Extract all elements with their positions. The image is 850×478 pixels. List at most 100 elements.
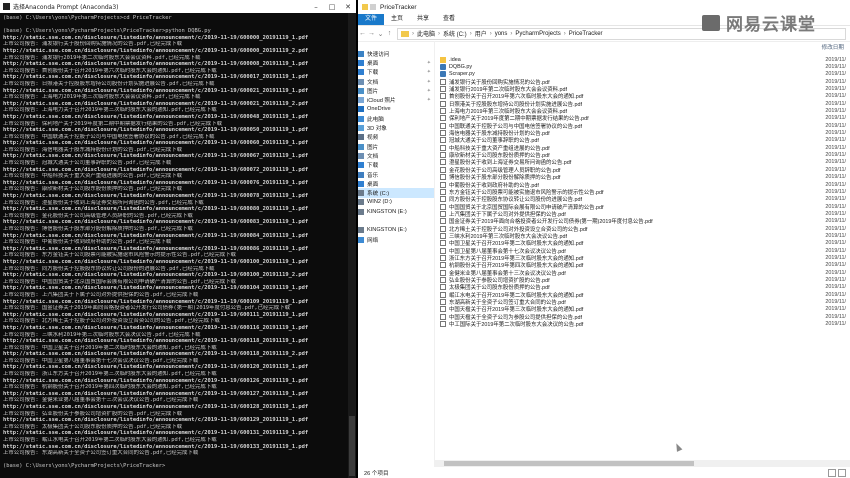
nav-item-label: KINGSTON (E:) <box>367 227 407 234</box>
pdf-file-icon <box>440 196 446 203</box>
console-line: 上市公司报告: 日照港关于控股股东增持公司股份计划实施进展公告.pdf,已经完成… <box>3 80 215 87</box>
nav-item[interactable]: 下载 ✦ <box>358 68 434 77</box>
nav-item-label: iCloud 照片 <box>367 98 396 105</box>
tab-share[interactable]: 共享 <box>410 14 436 25</box>
nav-item[interactable]: 文档 <box>358 151 434 160</box>
nav-item[interactable]: 图片 <box>358 142 434 151</box>
console-url-line: http://static.sse.com.cn/disclosure/list… <box>3 417 309 424</box>
item-count: 26 个项目 <box>364 470 389 477</box>
details-view-icon[interactable] <box>828 468 836 477</box>
save-icon[interactable] <box>370 4 376 10</box>
console-line: 上市公司报告: 同方股份关于控股股东协议转让公司股份的进展公告.pdf,已经完成… <box>3 265 215 272</box>
nav-item-label: 图片 <box>367 88 379 95</box>
breadcrumb-yons[interactable]: yons <box>495 31 508 37</box>
nav-item[interactable]: KINGSTON (E:) <box>358 207 434 216</box>
file-row[interactable]: DQBG.py 2019/11/ <box>435 63 850 71</box>
nav-item[interactable]: 3D 对象 <box>358 123 434 132</box>
pdf-file-icon <box>440 306 446 313</box>
console-line: 上市公司报告: 弘业股份关于参股公司增资扩股的公告.pdf,已经完成下载 <box>3 410 183 417</box>
file-modified-date: 2019/11/ <box>825 159 846 166</box>
tab-home[interactable]: 主页 <box>384 14 410 25</box>
nav-item[interactable]: 快速访问 <box>358 49 434 58</box>
nav-item[interactable]: 此电脑 <box>358 114 434 123</box>
nav-item[interactable]: WIN2 (D:) <box>358 198 434 207</box>
nav-item[interactable]: 系统 (C:) <box>358 188 434 198</box>
nav-item-label: WIN2 (D:) <box>367 199 392 206</box>
console-url-line: http://static.sse.com.cn/disclosure/list… <box>3 232 309 239</box>
console-line: 上市公司报告: 浙江东方关于召开2019年第三次临时股东大会的通知.pdf,已经… <box>3 371 217 378</box>
nav-item-label: KINGSTON (E:) <box>367 208 407 215</box>
file-row[interactable]: 中工国际关于2019年第二次临时股东大会决议的公告.pdf 2019/11/ <box>435 320 850 328</box>
pin-icon: ✦ <box>426 97 431 104</box>
forward-arrow-icon[interactable]: → <box>367 30 376 37</box>
nav-item[interactable]: 文档 ✦ <box>358 77 434 86</box>
console-url-line: http://static.sse.com.cn/disclosure/list… <box>3 390 309 397</box>
nav-item[interactable]: 网络 <box>358 235 434 244</box>
view-toggle <box>828 468 846 477</box>
console-line: 上市公司报告: 金健米业第八届董事会第十三次会议决议公告.pdf,已经完成下载 <box>3 397 199 404</box>
breadcrumb-this-pc[interactable]: 此电脑 <box>417 29 435 38</box>
minimize-icon[interactable]: – <box>308 3 324 11</box>
nav-item[interactable]: OneDrive <box>358 105 434 114</box>
file-modified-date: 2019/11/ <box>825 122 846 129</box>
nav-item[interactable]: 下载 <box>358 161 434 170</box>
nav-item[interactable]: KINGSTON (E:) <box>358 226 434 235</box>
console-line: 上市公司报告: 中船科技关于重大资产重组进展的公告.pdf,已经完成下载 <box>3 173 183 180</box>
console-line: 上市公司报告: 上海电力2019年第三次临时股东大会会议资料.pdf,已经完成下… <box>3 94 201 101</box>
column-modified-date[interactable]: 修改日期 <box>794 43 850 51</box>
console-url-line: http://static.sse.com.cn/disclosure/list… <box>3 285 309 292</box>
breadcrumb-drive-c[interactable]: 系统 (C:) <box>443 29 467 38</box>
file-pane[interactable]: 修改日期 .idea 2019/11/DQBG.py 2019/11/Scraper… <box>434 41 850 468</box>
file-row[interactable]: .idea 2019/11/ <box>435 56 850 63</box>
console-line: 上市公司报告: 中国联通关于控股子公司与中国电信签署协议的公告.pdf,已经完成… <box>3 133 215 140</box>
large-icons-view-icon[interactable] <box>838 468 846 477</box>
nav-item[interactable]: 桌面 <box>358 179 434 188</box>
netease-logo-icon <box>702 14 720 31</box>
navigation-pane[interactable]: 快速访问 桌面 ✦ 下载 ✦ 文档 ✦ 图片 ✦ iCloud 照片 ✦ OneDrive 此电脑 3D … <box>358 41 434 468</box>
console-line: 上市公司报告: 澄星股份关于收到上海证券交易所问询函的公告.pdf,已经完成下载 <box>3 199 204 206</box>
console-url-line: http://static.sse.com.cn/disclosure/list… <box>3 34 309 41</box>
breadcrumb-pricetracker[interactable]: PriceTracker <box>569 31 603 37</box>
horizontal-scrollbar[interactable] <box>434 460 850 467</box>
breadcrumb-users[interactable]: 用户 <box>475 29 487 38</box>
console-line: 上市公司报告: 国金证券关于2019年面向合格投资者公开发行公司债券(第一期)2… <box>3 305 290 312</box>
nav-item[interactable]: 视频 <box>358 133 434 142</box>
file-modified-date: 2019/11/ <box>825 137 846 144</box>
console-url-line: http://static.sse.com.cn/disclosure/list… <box>3 311 309 318</box>
console-url-line: http://static.sse.com.cn/disclosure/list… <box>3 87 309 94</box>
close-icon[interactable]: ✕ <box>340 3 356 11</box>
console-line: 上市公司报告: 浦发银行关于股份回购实施情况的公告.pdf,已经完成下载 <box>3 41 183 48</box>
download-icon <box>358 69 364 76</box>
cloud-icon <box>358 97 364 104</box>
console-window[interactable]: 选择Anaconda Prompt (Anaconda3) – □ ✕ (bas… <box>0 0 356 478</box>
file-modified-date: 2019/11/ <box>825 86 846 93</box>
file-modified-date: 2019/11/ <box>825 203 846 210</box>
back-arrow-icon[interactable]: ← <box>358 30 367 37</box>
explorer-window[interactable]: PriceTracker 文件 主页 共享 查看 ← → ⌄ ↑ › 此电脑 ›… <box>358 0 850 478</box>
console-scrollbar[interactable] <box>348 13 356 478</box>
console-url-line: http://static.sse.com.cn/disclosure/list… <box>3 100 309 107</box>
breadcrumb-pycharmprojects[interactable]: PycharmProjects <box>515 31 560 37</box>
file-modified-date: 2019/11/ <box>825 321 846 328</box>
console-scroll-thumb[interactable] <box>349 416 355 476</box>
console-output[interactable]: (base) C:\Users\yons\PycharmProjects>cd … <box>0 13 348 478</box>
console-title-bar[interactable]: 选择Anaconda Prompt (Anaconda3) – □ ✕ <box>0 0 356 13</box>
chevron-down-icon[interactable]: ⌄ <box>376 30 385 38</box>
tab-view[interactable]: 查看 <box>436 14 462 25</box>
nav-item[interactable]: iCloud 照片 ✦ <box>358 95 434 104</box>
pdf-file-icon <box>440 188 446 195</box>
maximize-icon[interactable]: □ <box>324 3 340 11</box>
pdf-file-icon <box>440 254 446 261</box>
console-url-line: http://static.sse.com.cn/disclosure/list… <box>3 166 309 173</box>
file-modified-date: 2019/11/ <box>825 130 846 137</box>
nav-item[interactable]: 音乐 <box>358 170 434 179</box>
horizontal-scroll-thumb[interactable] <box>444 461 694 466</box>
file-modified-date: 2019/11/ <box>825 93 846 100</box>
console-url-line: http://static.sse.com.cn/disclosure/list… <box>3 351 309 358</box>
nav-item[interactable]: 桌面 ✦ <box>358 58 434 67</box>
tab-file[interactable]: 文件 <box>358 14 385 25</box>
nav-item[interactable]: 图片 ✦ <box>358 86 434 95</box>
file-modified-date: 2019/11/ <box>825 64 846 71</box>
up-arrow-icon[interactable]: ↑ <box>385 30 394 37</box>
